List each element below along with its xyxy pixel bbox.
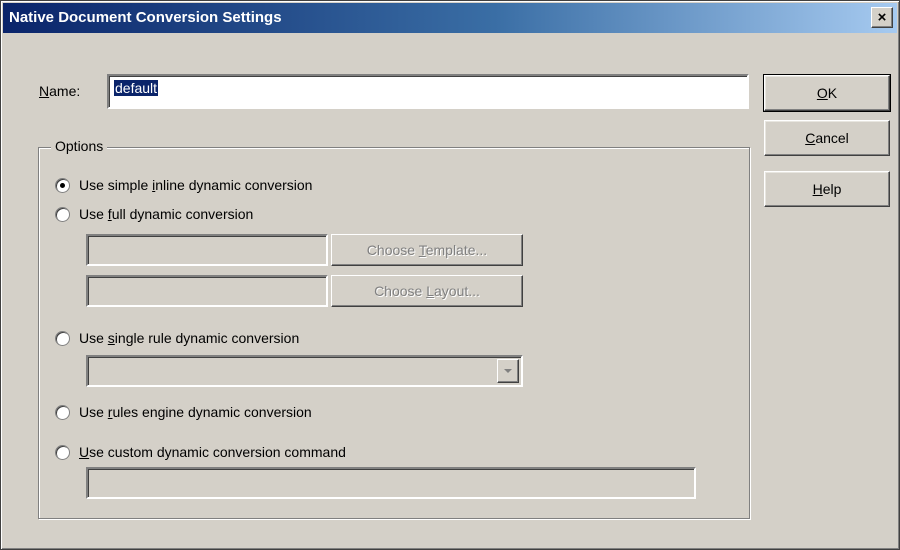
title-bar: Native Document Conversion Settings × — [3, 3, 897, 33]
radio-single-rule[interactable] — [55, 331, 70, 346]
template-path-field[interactable] — [86, 234, 328, 266]
radio-selected-dot — [60, 183, 65, 188]
choose-template-button[interactable]: Choose Template... — [331, 234, 523, 266]
label-full-dynamic[interactable]: Use full dynamic conversion — [79, 206, 253, 222]
options-legend: Options — [51, 138, 108, 154]
radio-simple-inline[interactable] — [55, 178, 70, 193]
close-icon: × — [877, 9, 887, 26]
chevron-down-icon[interactable] — [497, 359, 519, 383]
rule-dropdown[interactable] — [86, 355, 523, 387]
label-rules-engine[interactable]: Use rules engine dynamic conversion — [79, 404, 312, 420]
radio-custom-command[interactable] — [55, 445, 70, 460]
radio-full-dynamic[interactable] — [55, 207, 70, 222]
label-simple-inline[interactable]: Use simple inline dynamic conversion — [79, 177, 312, 193]
name-label: Name: — [39, 83, 81, 99]
label-single-rule[interactable]: Use single rule dynamic conversion — [79, 330, 299, 346]
radio-rules-engine[interactable] — [55, 405, 70, 420]
name-value: default — [114, 80, 159, 96]
help-button[interactable]: Help — [764, 171, 890, 207]
close-button[interactable]: × — [871, 7, 893, 28]
conversion-settings-dialog: Native Document Conversion Settings × Na… — [0, 0, 900, 550]
label-custom-command[interactable]: Use custom dynamic conversion command — [79, 444, 346, 460]
layout-path-field[interactable] — [86, 275, 328, 307]
custom-command-field[interactable] — [86, 467, 696, 499]
name-input[interactable]: default — [107, 74, 749, 109]
choose-layout-button[interactable]: Choose Layout... — [331, 275, 523, 307]
dialog-title: Native Document Conversion Settings — [9, 9, 282, 26]
cancel-button[interactable]: Cancel — [764, 120, 890, 156]
ok-button[interactable]: OK — [763, 74, 891, 112]
